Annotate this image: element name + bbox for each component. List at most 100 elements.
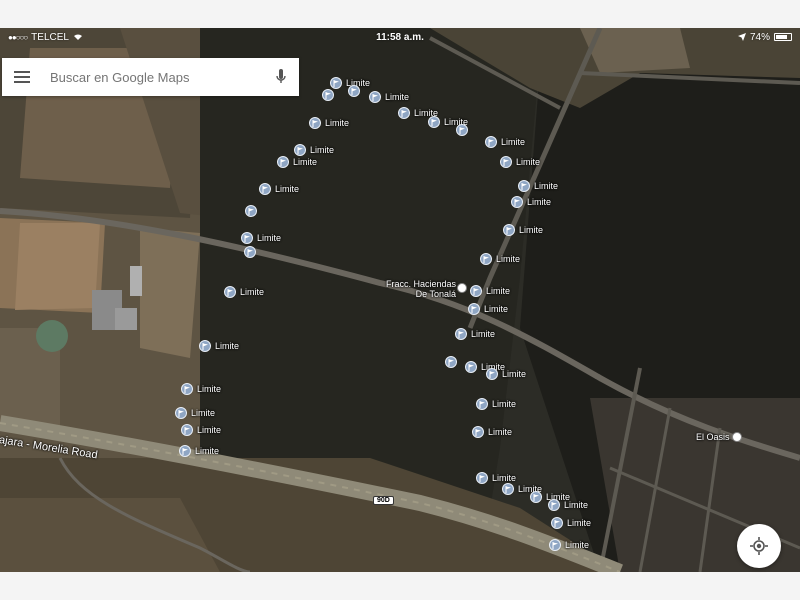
flag-icon[interactable] xyxy=(465,361,477,373)
flag-icon[interactable] xyxy=(175,407,187,419)
place-label-oasis[interactable]: El Oasis xyxy=(696,432,730,442)
boundary-marker[interactable]: Limite xyxy=(503,224,543,236)
flag-icon[interactable] xyxy=(511,196,523,208)
boundary-marker[interactable]: Limite xyxy=(480,253,520,265)
place-label-fracc[interactable]: Fracc. Haciendas De Tonalá xyxy=(378,279,456,299)
flag-icon[interactable] xyxy=(480,253,492,265)
boundary-marker[interactable]: Limite xyxy=(309,117,349,129)
boundary-marker[interactable]: Limite xyxy=(259,183,299,195)
marker-label: Limite xyxy=(527,197,552,207)
boundary-marker[interactable]: Limite xyxy=(476,398,516,410)
boundary-marker[interactable] xyxy=(456,124,468,136)
boundary-marker[interactable]: Limite xyxy=(277,156,317,168)
boundary-marker[interactable]: Limite xyxy=(369,91,409,103)
flag-icon[interactable] xyxy=(455,328,467,340)
flag-icon[interactable] xyxy=(503,224,515,236)
boundary-marker[interactable]: Limite xyxy=(511,196,551,208)
flag-icon[interactable] xyxy=(244,246,256,258)
flag-icon[interactable] xyxy=(502,483,514,495)
marker-label: Limite xyxy=(501,137,526,147)
boundary-marker[interactable]: Limite xyxy=(549,539,589,551)
flag-icon[interactable] xyxy=(486,368,498,380)
battery-percent: 74% xyxy=(749,31,770,43)
flag-icon[interactable] xyxy=(456,124,468,136)
boundary-marker[interactable]: Limite xyxy=(486,368,526,380)
flag-icon[interactable] xyxy=(518,180,530,192)
satellite-map[interactable]: Limite Limite Limite Limite Limite Limite Limi… xyxy=(0,28,800,572)
flag-icon[interactable] xyxy=(468,303,480,315)
boundary-marker[interactable] xyxy=(445,356,457,368)
carrier-name: TELCEL xyxy=(31,31,69,43)
boundary-marker[interactable]: Limite xyxy=(294,144,334,156)
flag-icon[interactable] xyxy=(476,472,488,484)
flag-icon[interactable] xyxy=(199,340,211,352)
boundary-marker[interactable]: Limite xyxy=(548,499,588,511)
flag-icon[interactable] xyxy=(330,77,342,89)
boundary-marker[interactable] xyxy=(244,246,256,258)
flag-icon[interactable] xyxy=(476,398,488,410)
marker-label: Limite xyxy=(534,181,559,191)
place-label-fracc-line2: De Tonalá xyxy=(415,289,456,299)
flag-icon[interactable] xyxy=(500,156,512,168)
marker-label: Limite xyxy=(492,473,517,483)
boundary-marker[interactable]: Limite xyxy=(241,232,281,244)
flag-icon[interactable] xyxy=(348,85,360,97)
boundary-marker[interactable]: Limite xyxy=(551,517,591,529)
marker-label: Limite xyxy=(191,408,216,418)
microphone-icon[interactable] xyxy=(275,68,287,86)
boundary-marker[interactable] xyxy=(245,205,257,217)
boundary-marker[interactable]: Limite xyxy=(181,383,221,395)
boundary-marker[interactable]: Limite xyxy=(518,180,558,192)
boundary-marker[interactable]: Limite xyxy=(468,303,508,315)
flag-icon[interactable] xyxy=(309,117,321,129)
flag-icon[interactable] xyxy=(245,205,257,217)
flag-icon[interactable] xyxy=(428,116,440,128)
search-input[interactable]: Buscar en Google Maps xyxy=(50,70,275,85)
boundary-marker[interactable] xyxy=(348,85,360,97)
flag-icon[interactable] xyxy=(181,383,193,395)
boundary-marker[interactable]: Limite xyxy=(500,156,540,168)
flag-icon[interactable] xyxy=(259,183,271,195)
boundary-marker[interactable]: Limite xyxy=(472,426,512,438)
boundary-marker[interactable]: Limite xyxy=(224,286,264,298)
menu-icon[interactable] xyxy=(14,71,30,83)
flag-icon[interactable] xyxy=(181,424,193,436)
place-label-fracc-line1: Fracc. Haciendas xyxy=(385,279,456,289)
boundary-marker[interactable]: Limite xyxy=(470,285,510,297)
flag-icon[interactable] xyxy=(530,491,542,503)
flag-icon[interactable] xyxy=(549,539,561,551)
flag-icon[interactable] xyxy=(294,144,306,156)
marker-label: Limite xyxy=(564,500,589,510)
flag-icon[interactable] xyxy=(398,107,410,119)
marker-label: Limite xyxy=(484,304,509,314)
flag-icon[interactable] xyxy=(224,286,236,298)
signal-strength-icon: ●●○○○ xyxy=(8,32,28,42)
flag-icon[interactable] xyxy=(322,89,334,101)
my-location-button[interactable] xyxy=(737,524,781,568)
boundary-marker[interactable]: Limite xyxy=(455,328,495,340)
boundary-marker[interactable]: Limite xyxy=(179,445,219,457)
flag-icon[interactable] xyxy=(470,285,482,297)
flag-icon[interactable] xyxy=(445,356,457,368)
flag-icon[interactable] xyxy=(551,517,563,529)
marker-label: Limite xyxy=(488,427,513,437)
place-pin-icon[interactable] xyxy=(457,283,467,293)
marker-label: Limite xyxy=(385,92,410,102)
flag-icon[interactable] xyxy=(277,156,289,168)
boundary-marker[interactable]: Limite xyxy=(199,340,239,352)
marker-label: Limite xyxy=(310,145,335,155)
flag-icon[interactable] xyxy=(179,445,191,457)
boundary-marker[interactable]: Limite xyxy=(485,136,525,148)
search-bar[interactable]: Buscar en Google Maps xyxy=(2,58,299,96)
boundary-marker[interactable] xyxy=(322,89,334,101)
marker-label: Limite xyxy=(565,540,590,550)
flag-icon[interactable] xyxy=(369,91,381,103)
flag-icon[interactable] xyxy=(485,136,497,148)
shopping-place-icon[interactable] xyxy=(732,432,742,442)
boundary-marker[interactable]: Limite xyxy=(175,407,215,419)
flag-icon[interactable] xyxy=(472,426,484,438)
flag-icon[interactable] xyxy=(241,232,253,244)
flag-icon[interactable] xyxy=(548,499,560,511)
boundary-marker[interactable]: Limite xyxy=(181,424,221,436)
marker-label: Limite xyxy=(197,384,222,394)
